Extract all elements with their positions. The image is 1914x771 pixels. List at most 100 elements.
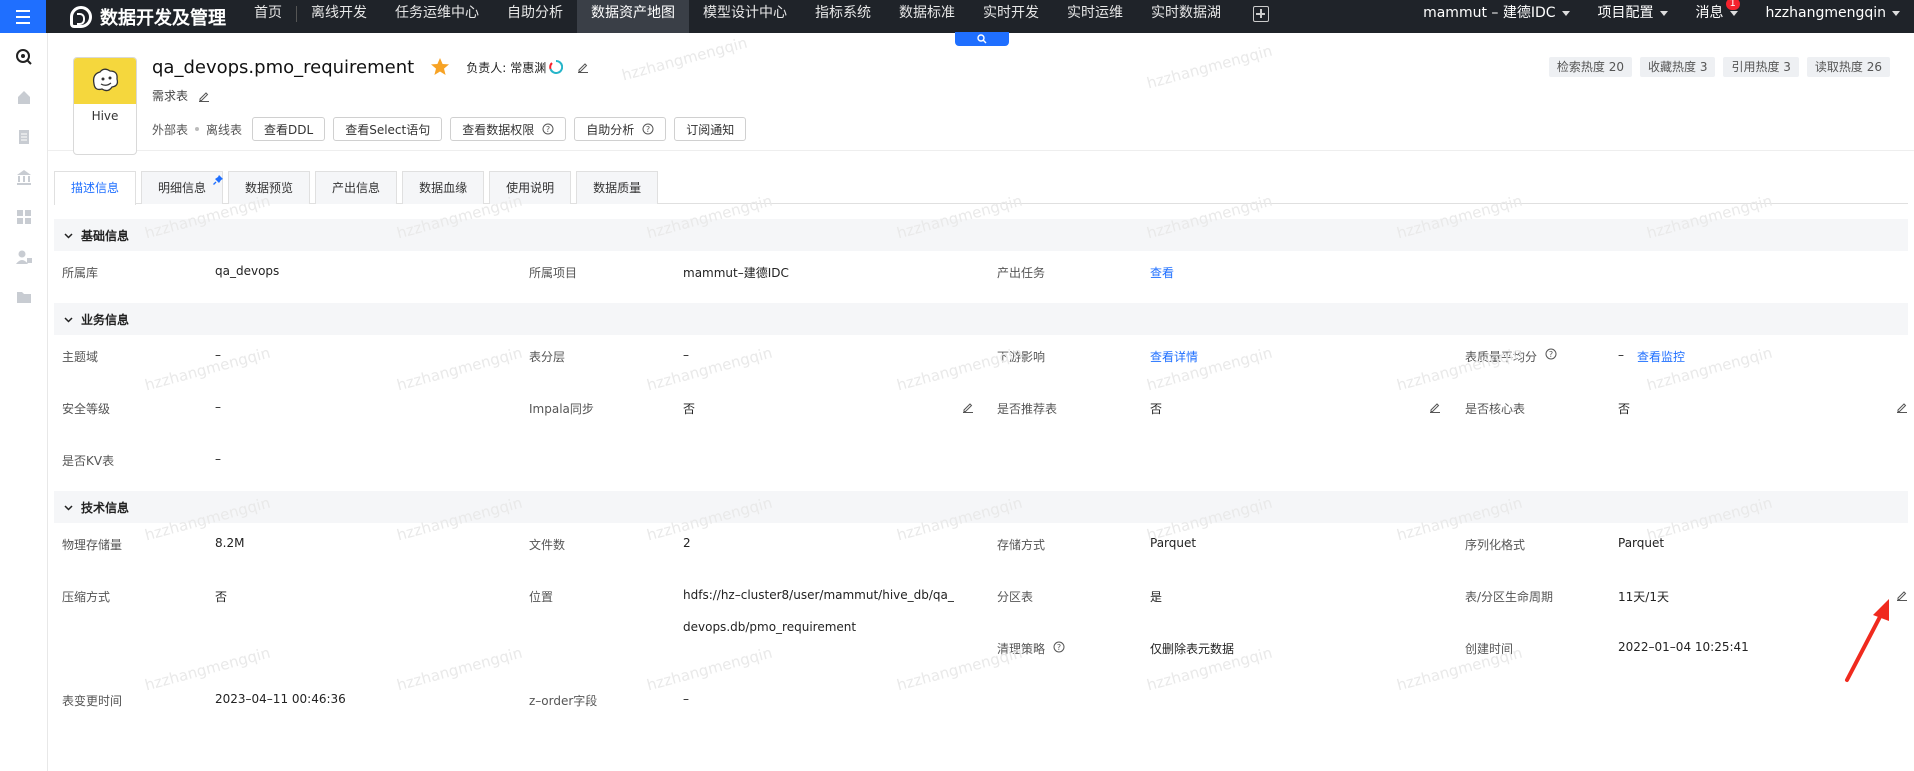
- table-title: qa_devops.pmo_requirement: [152, 56, 415, 78]
- left-rail: [0, 33, 48, 771]
- rail-item-docs[interactable]: [0, 117, 48, 157]
- db-label: 所属库: [62, 266, 99, 280]
- nav-menu: 首页 离线开发 任务运维中心 自助分析 数据资产地图 模型设计中心 指标系统 数…: [240, 0, 1285, 33]
- nav-item-task-ops[interactable]: 任务运维中心: [381, 0, 493, 33]
- tab-quality[interactable]: 数据质量: [576, 171, 659, 204]
- owner-name: 常惠渊: [510, 60, 547, 75]
- nav-item-realtime-lake[interactable]: 实时数据湖: [1137, 0, 1235, 33]
- section-title: 基础信息: [81, 228, 130, 243]
- location-value-line1: hdfs://hz–cluster8/user/mammut/hive_db/q…: [683, 588, 954, 602]
- quality-value: –: [1618, 348, 1624, 362]
- user-name: hzzhangmengqin: [1765, 5, 1886, 21]
- menu-icon[interactable]: [0, 0, 46, 33]
- tab-preview[interactable]: 数据预览: [228, 171, 311, 204]
- view-select-button[interactable]: 查看Select语句: [333, 117, 443, 141]
- downstream-link[interactable]: 查看详情: [1150, 348, 1198, 365]
- nav-item-realtime-dev[interactable]: 实时开发: [969, 0, 1053, 33]
- tab-detail-label: 明细信息: [158, 181, 207, 195]
- project-config-label: 项目配置: [1597, 5, 1654, 21]
- tab-lineage[interactable]: 数据血缘: [402, 171, 485, 204]
- tab-usage[interactable]: 使用说明: [489, 171, 572, 204]
- subscribe-label: 订阅通知: [686, 122, 735, 137]
- view-permission-button[interactable]: 查看数据权限 ?: [450, 117, 567, 141]
- section-basic-info[interactable]: 基础信息: [54, 219, 1908, 251]
- nav-item-home[interactable]: 首页: [240, 0, 296, 33]
- edit-recommend-icon[interactable]: [1429, 401, 1441, 413]
- tab-output[interactable]: 产出信息: [315, 171, 398, 204]
- view-permission-label: 查看数据权限: [462, 122, 535, 137]
- rail-item-apps[interactable]: [0, 197, 48, 237]
- nav-item-offline-dev[interactable]: 离线开发: [297, 0, 381, 33]
- storage-label: 物理存储量: [62, 538, 123, 552]
- edit-description-icon[interactable]: [198, 90, 210, 102]
- nav-item-self-analysis[interactable]: 自助分析: [493, 0, 577, 33]
- table-description: 需求表: [152, 89, 189, 103]
- section-business-info[interactable]: 业务信息: [54, 303, 1908, 335]
- watermark: hzzhangmengqin: [142, 343, 273, 395]
- partition-label: 分区表: [997, 590, 1034, 604]
- rail-item-home[interactable]: [0, 77, 48, 117]
- messages-menu[interactable]: 消息 1: [1682, 0, 1752, 27]
- tags-row: 外部表 离线表 查看DDL 查看Select语句 查看数据权限 ? 自助分析 ?…: [152, 117, 747, 141]
- created-label: 创建时间: [1465, 642, 1514, 656]
- edit-lifecycle-icon[interactable]: [1896, 589, 1908, 601]
- chevron-down-icon: [1729, 11, 1738, 16]
- downstream-label: 下游影响: [997, 350, 1046, 364]
- view-ddl-button[interactable]: 查看DDL: [252, 117, 326, 141]
- project-config-menu[interactable]: 项目配置: [1584, 0, 1682, 27]
- view-select-label: 查看Select语句: [345, 122, 431, 137]
- svg-text:?: ?: [1057, 643, 1061, 652]
- self-analysis-button[interactable]: 自助分析 ?: [574, 117, 667, 141]
- rail-item-folder[interactable]: [0, 277, 48, 317]
- nav-item-metrics[interactable]: 指标系统: [801, 0, 885, 33]
- building-icon: [17, 170, 31, 185]
- nav-item-data-asset-map[interactable]: 数据资产地图: [577, 0, 689, 33]
- help-icon: ?: [1545, 348, 1557, 360]
- edit-owner-icon[interactable]: [577, 61, 589, 73]
- chevron-down-icon: [1561, 11, 1570, 16]
- pin-icon: [213, 175, 224, 185]
- hive-card: Hive: [73, 57, 137, 155]
- output-task-link[interactable]: 查看: [1150, 264, 1174, 281]
- brand[interactable]: 数据开发及管理: [70, 0, 226, 33]
- rail-item-bank[interactable]: [0, 157, 48, 197]
- nav-item-model-design[interactable]: 模型设计中心: [689, 0, 801, 33]
- changed-label: 表变更时间: [62, 694, 123, 708]
- project-name: mammut – 建德IDC: [1423, 5, 1556, 21]
- global-search-button[interactable]: [955, 32, 1009, 46]
- project-selector[interactable]: mammut – 建德IDC: [1409, 0, 1583, 27]
- zorder-value: –: [683, 692, 689, 706]
- serde-label: 序列化格式: [1465, 538, 1526, 552]
- core-label: 是否核心表: [1465, 402, 1526, 416]
- detail-tabs: 描述信息 明细信息 数据预览 产出信息 数据血缘 使用说明 数据质量: [54, 171, 1908, 205]
- user-menu[interactable]: hzzhangmengqin: [1752, 0, 1914, 27]
- self-analysis-label: 自助分析: [586, 122, 635, 137]
- rail-item-asset-search[interactable]: [0, 37, 48, 77]
- favorite-star-icon[interactable]: [430, 57, 450, 77]
- add-app-icon[interactable]: [1253, 6, 1269, 22]
- reference-heat: 引用热度 3: [1723, 57, 1799, 77]
- edit-core-icon[interactable]: [1896, 401, 1908, 413]
- search-heat: 检索热度 20: [1548, 57, 1632, 77]
- tab-description[interactable]: 描述信息: [54, 171, 137, 205]
- core-value: 否: [1618, 402, 1631, 416]
- nav-item-realtime-ops[interactable]: 实时运维: [1053, 0, 1137, 33]
- annotation-arrow-icon: [1845, 599, 1889, 682]
- format-value: Parquet: [1150, 536, 1197, 550]
- rail-item-users[interactable]: [0, 237, 48, 277]
- files-value: 2: [683, 536, 691, 550]
- location-value-line2: devops.db/pmo_requirement: [683, 620, 857, 634]
- tab-detail[interactable]: 明细信息: [141, 171, 224, 204]
- chevron-down-icon: [1892, 11, 1900, 16]
- chevron-down-icon: [1659, 11, 1668, 16]
- folder-icon: [17, 292, 31, 303]
- description-row: 需求表: [152, 87, 210, 104]
- edit-impala-icon[interactable]: [962, 401, 974, 413]
- quality-monitor-link[interactable]: 查看监控: [1637, 348, 1685, 365]
- section-tech-info[interactable]: 技术信息: [54, 491, 1908, 523]
- nav-item-data-standard[interactable]: 数据标准: [885, 0, 969, 33]
- subscribe-button[interactable]: 订阅通知: [674, 117, 747, 141]
- top-nav: 数据开发及管理 首页 离线开发 任务运维中心 自助分析 数据资产地图 模型设计中…: [0, 0, 1914, 33]
- view-ddl-label: 查看DDL: [264, 122, 314, 137]
- cleanup-label: 清理策略: [997, 642, 1046, 656]
